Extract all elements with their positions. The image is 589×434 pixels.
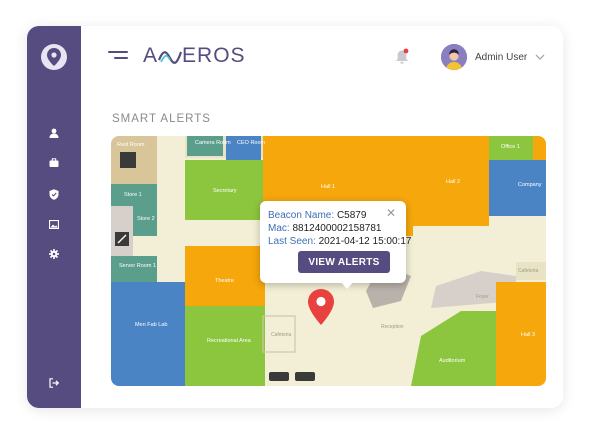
label-rest-room: Rest Room <box>117 142 145 148</box>
shield-icon[interactable] <box>47 187 61 201</box>
location-pin-icon[interactable] <box>41 44 67 70</box>
popup-mac-row: Mac: 8812400002158781 <box>268 223 382 234</box>
chevron-down-icon[interactable] <box>535 53 545 61</box>
room-company <box>489 160 546 216</box>
hamburger-icon[interactable] <box>108 51 128 63</box>
room-server <box>111 256 157 282</box>
map-pin-icon[interactable] <box>308 289 334 325</box>
label-company: Company <box>518 182 542 188</box>
room-recreational <box>185 306 265 386</box>
image-icon[interactable] <box>47 217 61 231</box>
label-server-room: Server Room 1 <box>119 263 156 269</box>
label-cafeteria2: Cafeteria <box>518 268 539 274</box>
label-auditorium: Auditorium <box>439 358 466 364</box>
label-reception: Reception <box>381 324 404 330</box>
label-store1: Store 1 <box>124 192 142 198</box>
room-stairs <box>111 206 133 256</box>
popup-last-seen-row: Last Seen: 2021-04-12 15:00:17 <box>268 236 412 247</box>
label-hall2: Hall 2 <box>446 179 460 185</box>
room-men-fab-lab <box>111 282 185 386</box>
popup-beacon-row: Beacon Name: C5879 <box>268 210 367 221</box>
app-window: A EROS Admin User SMART ALERTS Rest Room… <box>27 26 563 408</box>
bell-icon[interactable] <box>394 48 410 66</box>
room-camera <box>187 136 223 156</box>
label-store2: Store 2 <box>137 216 155 222</box>
label-men-fab-lab: Men Fab Lab <box>135 322 167 328</box>
gear-icon[interactable] <box>47 247 61 261</box>
label-recreational: Recreational Area <box>207 338 252 344</box>
floor-map[interactable]: Rest Room Camera Room CEO Room Hall 1 Ha… <box>111 136 546 386</box>
label-hall1: Hall 1 <box>321 184 335 190</box>
room-theatre <box>185 246 265 306</box>
user-menu[interactable]: Admin User <box>441 44 545 70</box>
main-content: A EROS Admin User SMART ALERTS Rest Room… <box>81 26 563 408</box>
briefcase-icon[interactable] <box>47 156 61 170</box>
logout-icon[interactable] <box>47 376 61 390</box>
sidebar <box>27 26 81 408</box>
user-icon[interactable] <box>47 126 61 140</box>
beacon-popup: Beacon Name: C5879 Mac: 8812400002158781… <box>260 201 411 289</box>
brand-logo: A EROS <box>143 44 246 67</box>
page-title: SMART ALERTS <box>112 113 211 125</box>
label-cafeteria: Cafeteria <box>271 332 292 338</box>
avatar[interactable] <box>441 44 467 70</box>
close-icon[interactable]: ✕ <box>386 206 396 220</box>
label-office1: Office 1 <box>501 144 520 150</box>
user-name: Admin User <box>475 51 528 63</box>
brand-wave-icon <box>158 51 183 64</box>
notification-dot <box>403 48 409 54</box>
label-theatre: Theatre <box>215 278 234 284</box>
label-foyer: Foyer <box>476 294 489 300</box>
view-alerts-button[interactable]: VIEW ALERTS <box>298 251 390 273</box>
label-camera-room: Camera Room <box>195 140 231 146</box>
label-secretary: Secretary <box>213 188 237 194</box>
label-ceo-room: CEO Room <box>237 140 266 146</box>
label-hall3: Hall 3 <box>521 332 535 338</box>
popup-tail <box>340 281 354 289</box>
